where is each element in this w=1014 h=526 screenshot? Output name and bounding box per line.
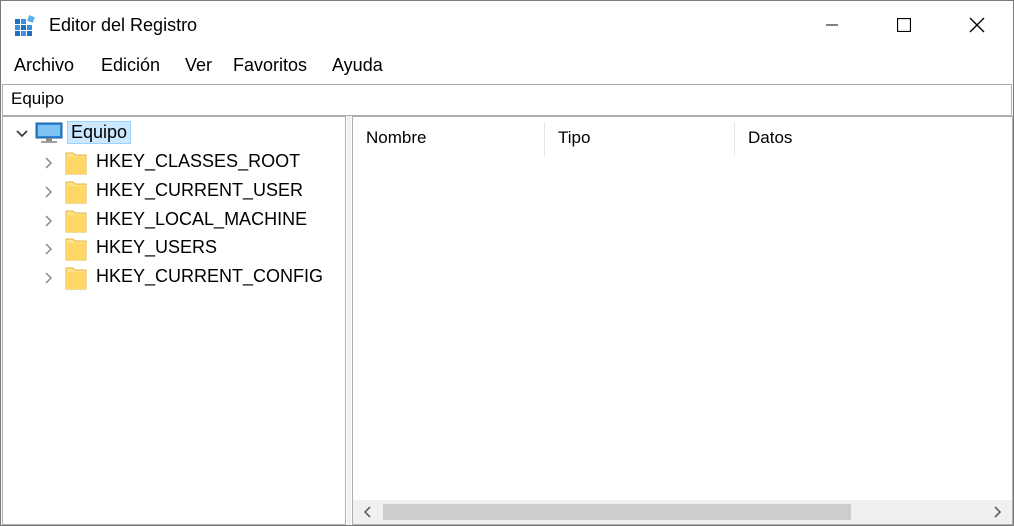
chevron-right-icon[interactable]	[42, 270, 56, 284]
tree-item-hkey-users[interactable]: HKEY_USERS	[3, 235, 343, 261]
column-header-tipo[interactable]: Tipo	[545, 117, 735, 157]
folder-icon	[65, 209, 87, 233]
menu-ver[interactable]: Ver	[183, 55, 214, 76]
scroll-right-icon[interactable]	[985, 500, 1009, 524]
chevron-right-icon[interactable]	[42, 213, 56, 227]
minimize-icon	[826, 19, 838, 31]
folder-icon	[65, 237, 87, 261]
title-bar[interactable]: Editor del Registro	[1, 1, 1013, 49]
scroll-left-icon[interactable]	[356, 500, 380, 524]
horizontal-scrollbar[interactable]	[353, 500, 1012, 524]
folder-icon	[65, 151, 87, 175]
tree-label[interactable]: HKEY_USERS	[96, 237, 217, 258]
registry-editor-window: Editor del Registro Archivo Edición Ver …	[0, 0, 1014, 526]
tree-item-hkey-current-config[interactable]: HKEY_CURRENT_CONFIG	[3, 264, 343, 290]
menu-ayuda[interactable]: Ayuda	[330, 55, 385, 76]
minimize-button[interactable]	[796, 1, 868, 49]
menu-edicion[interactable]: Edición	[99, 55, 162, 76]
column-label: Datos	[748, 128, 793, 147]
maximize-icon	[897, 18, 911, 32]
tree-label[interactable]: HKEY_CURRENT_USER	[96, 180, 303, 201]
menu-bar: Archivo Edición Ver Favoritos Ayuda	[1, 49, 1013, 82]
tree-item-hkey-classes-root[interactable]: HKEY_CLASSES_ROOT	[3, 149, 343, 175]
tree-label-equipo[interactable]: Equipo	[67, 121, 132, 144]
tree-label[interactable]: HKEY_CURRENT_CONFIG	[96, 266, 323, 287]
maximize-button[interactable]	[868, 1, 940, 49]
tree-item-equipo[interactable]: Equipo	[3, 120, 343, 146]
chevron-right-icon[interactable]	[42, 241, 56, 255]
folder-icon	[65, 180, 87, 204]
address-bar[interactable]: Equipo	[2, 84, 1012, 116]
values-list-pane[interactable]: Nombre Tipo Datos	[352, 116, 1013, 525]
tree-item-hkey-current-user[interactable]: HKEY_CURRENT_USER	[3, 178, 343, 204]
window-title: Editor del Registro	[49, 15, 198, 35]
menu-favoritos[interactable]: Favoritos	[231, 55, 309, 76]
column-label: Tipo	[558, 128, 591, 147]
tree-item-hkey-local-machine[interactable]: HKEY_LOCAL_MACHINE	[3, 207, 343, 233]
tree-label[interactable]: HKEY_CLASSES_ROOT	[96, 151, 300, 172]
registry-editor-icon[interactable]	[14, 14, 38, 38]
column-label: Nombre	[366, 128, 427, 147]
column-header-datos[interactable]: Datos	[735, 117, 1012, 157]
chevron-right-icon[interactable]	[42, 155, 56, 169]
close-button[interactable]	[941, 1, 1013, 49]
scroll-thumb[interactable]	[383, 504, 851, 520]
folder-icon	[65, 266, 87, 290]
key-tree-pane[interactable]: Equipo HKEY_CLASSES_ROOT HKEY_CURRENT_US…	[2, 116, 346, 525]
chevron-down-icon[interactable]	[15, 126, 29, 140]
pane-splitter[interactable]	[347, 116, 351, 525]
menu-archivo[interactable]: Archivo	[12, 55, 76, 76]
address-path[interactable]: Equipo	[11, 89, 64, 109]
computer-icon	[35, 121, 63, 145]
chevron-right-icon[interactable]	[42, 184, 56, 198]
tree-label[interactable]: HKEY_LOCAL_MACHINE	[96, 209, 307, 230]
close-icon	[969, 17, 985, 33]
column-header-nombre[interactable]: Nombre	[353, 117, 545, 157]
